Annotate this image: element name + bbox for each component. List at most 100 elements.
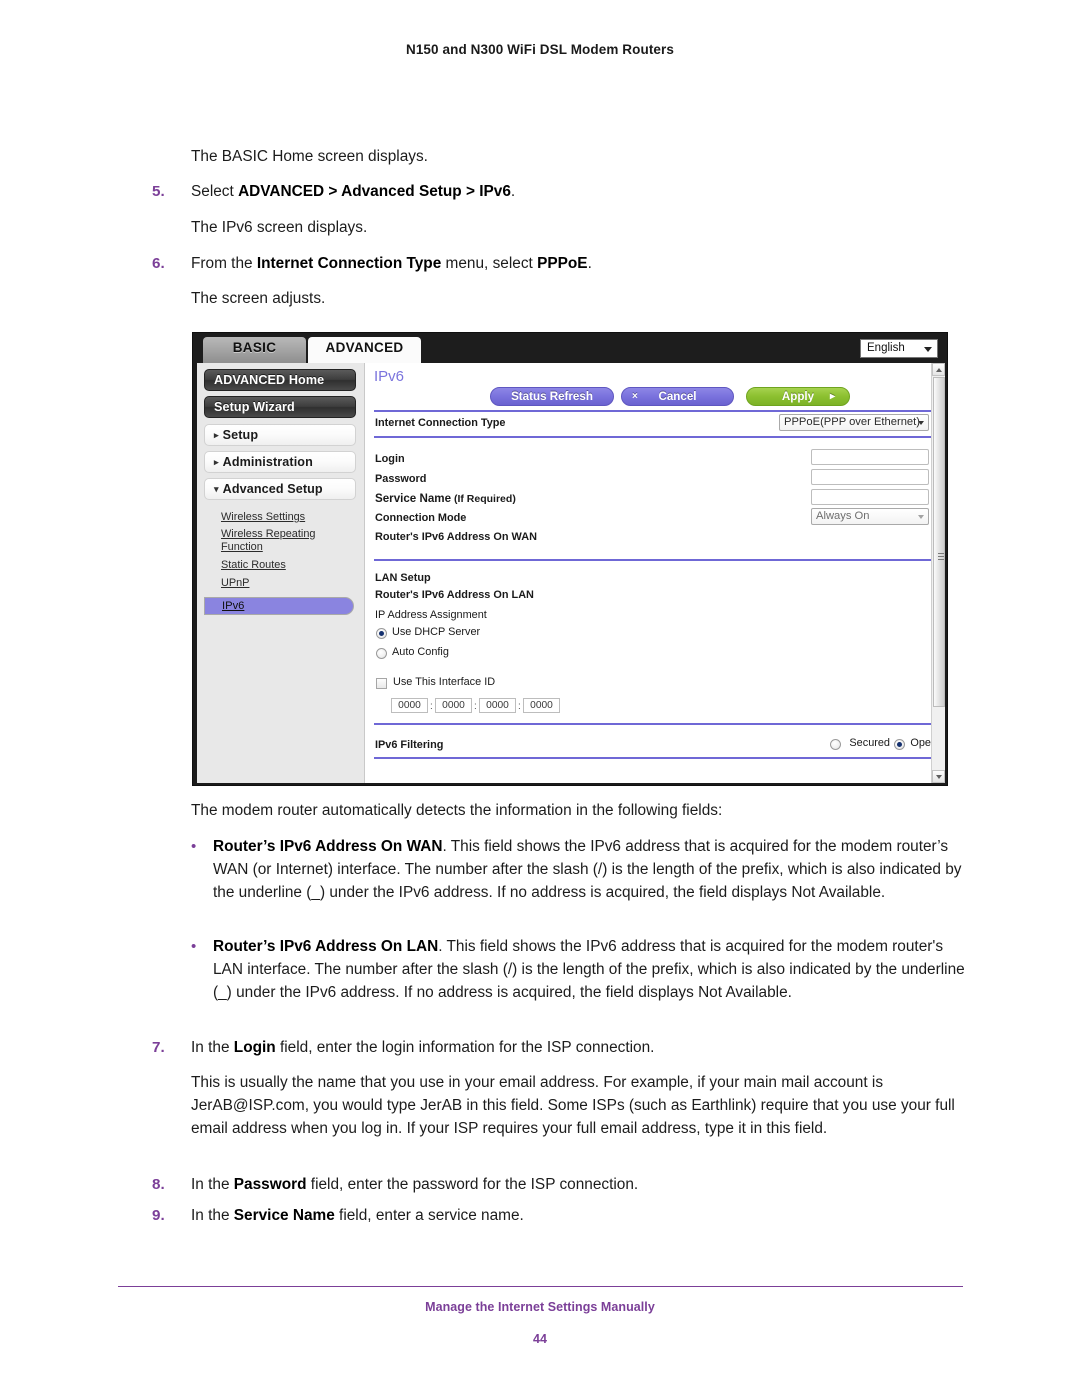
sidebar-item-administration[interactable]: ▸ Administration — [204, 451, 356, 473]
chevron-down-icon — [918, 515, 924, 519]
wan-ipv6-address-label: Router's IPv6 Address On WAN — [375, 531, 537, 543]
close-icon: × — [632, 391, 638, 402]
sidebar-item-advanced-setup[interactable]: ▾ Advanced Setup — [204, 478, 356, 500]
step-8-text: In the Password field, enter the passwor… — [191, 1176, 639, 1193]
internet-connection-type-select[interactable]: PPPoE(PPP over Ethernet) — [779, 414, 929, 431]
bullet-icon: • — [191, 838, 197, 855]
ip-address-assignment-label: IP Address Assignment — [375, 609, 487, 621]
divider — [374, 559, 936, 561]
apply-button[interactable]: Apply ▸ — [746, 387, 850, 406]
radio-use-dhcp-server[interactable] — [376, 628, 387, 639]
password-input[interactable] — [811, 469, 929, 485]
ipv6-filtering-label: IPv6 Filtering — [375, 739, 444, 751]
step-9: 9. In the Service Name field, enter a se… — [152, 1205, 967, 1228]
bullet-wan: • Router’s IPv6 Address On WAN. This fie… — [191, 836, 969, 904]
radio-auto-config-label: Auto Config — [392, 646, 449, 658]
sidebar-link-wireless-repeating[interactable]: Wireless Repeating — [221, 528, 315, 541]
cancel-button[interactable]: × Cancel — [621, 387, 734, 406]
sidebar-item-setup[interactable]: ▸ Setup — [204, 424, 356, 446]
scrollbar-thumb[interactable] — [933, 377, 945, 707]
sidebar-item-advanced-home[interactable]: ADVANCED Home — [204, 369, 356, 391]
tab-basic[interactable]: BASIC — [203, 337, 306, 363]
divider — [374, 757, 936, 759]
sidebar-link-static-routes[interactable]: Static Routes — [221, 559, 286, 572]
checkbox-use-this-interface-id-label: Use This Interface ID — [393, 676, 496, 688]
interface-id-field-2[interactable]: 0000 — [435, 698, 472, 713]
service-name-label: Service Name (If Required) — [375, 492, 516, 505]
router-sidebar: ADVANCED Home Setup Wizard ▸ Setup ▸ Admin… — [197, 363, 365, 783]
sidebar-link-upnp[interactable]: UPnP — [221, 577, 249, 590]
radio-auto-config[interactable] — [376, 648, 387, 659]
status-refresh-button[interactable]: Status Refresh — [490, 387, 614, 406]
step-6: 6. From the Internet Connection Type men… — [152, 253, 967, 276]
sidebar-item-setup-wizard[interactable]: Setup Wizard — [204, 396, 356, 418]
login-label: Login — [375, 453, 405, 465]
sidebar-item-advanced-home-label: ADVANCED Home — [214, 373, 325, 387]
step-8-number: 8. — [152, 1176, 165, 1193]
internet-connection-type-value: PPPoE(PPP over Ethernet) — [784, 416, 920, 428]
divider — [374, 410, 936, 412]
sidebar-item-setup-wizard-label: Setup Wizard — [214, 400, 295, 414]
sidebar-link-wireless-repeating-function[interactable]: Function — [221, 541, 263, 554]
step-8: 8. In the Password field, enter the pass… — [152, 1174, 967, 1197]
sidebar-item-advanced-setup-label: Advanced Setup — [222, 482, 323, 496]
step-6-number: 6. — [152, 255, 165, 272]
footer-divider — [118, 1286, 963, 1287]
step-6-text: From the Internet Connection Type menu, … — [191, 255, 592, 272]
step-9-number: 9. — [152, 1207, 165, 1224]
interface-id-field-1[interactable]: 0000 — [391, 698, 428, 713]
panel-scrollbar[interactable] — [931, 363, 945, 783]
step-5-text: Select ADVANCED > Advanced Setup > IPv6. — [191, 183, 516, 200]
router-body: ADVANCED Home Setup Wizard ▸ Setup ▸ Admin… — [197, 363, 945, 783]
after-step-5-text: The IPv6 screen displays. — [191, 219, 368, 236]
panel-title: IPv6 — [374, 368, 405, 385]
checkbox-use-this-interface-id[interactable] — [376, 678, 387, 689]
radio-use-dhcp-server-label: Use DHCP Server — [392, 626, 481, 638]
login-input[interactable] — [811, 449, 929, 465]
radio-filter-open[interactable] — [894, 739, 905, 750]
page-number: 44 — [533, 1332, 547, 1346]
detects-paragraph: The modem router automatically detects t… — [191, 802, 723, 819]
interface-id-sep: : — [430, 701, 433, 712]
password-label: Password — [375, 473, 427, 485]
scrollbar-grip — [938, 553, 944, 560]
scroll-down-arrow[interactable] — [932, 770, 945, 783]
interface-id-sep: : — [518, 701, 521, 712]
step-7-number: 7. — [152, 1039, 165, 1056]
divider — [374, 436, 936, 438]
bullet-lan: • Router’s IPv6 Address On LAN. This fie… — [191, 936, 969, 1004]
chevron-down-icon: ▾ — [214, 484, 219, 494]
sidebar-link-ipv6-selected[interactable]: IPv6 — [204, 597, 354, 615]
router-main-panel: IPv6 Status Refresh × Cancel Apply ▸ Inter… — [366, 363, 945, 783]
chevron-down-icon — [924, 347, 932, 352]
arrow-right-icon: ▸ — [829, 391, 835, 402]
lan-ipv6-address-label: Router's IPv6 Address On LAN — [375, 589, 534, 601]
divider — [374, 723, 936, 725]
router-top-bar: BASIC ADVANCED English — [193, 333, 947, 363]
interface-id-sep: : — [474, 701, 477, 712]
service-name-input[interactable] — [811, 489, 929, 505]
scroll-up-arrow[interactable] — [932, 363, 945, 376]
intro-paragraph: The BASIC Home screen displays. — [191, 148, 428, 165]
step-5-number: 5. — [152, 183, 165, 200]
page-header: N150 and N300 WiFi DSL Modem Routers — [405, 42, 675, 57]
bullet-icon: • — [191, 938, 197, 955]
footer-title: Manage the Internet Settings Manually — [425, 1300, 655, 1314]
bullet-lan-text: Router’s IPv6 Address On LAN. This field… — [213, 938, 965, 1001]
bullet-wan-text: Router’s IPv6 Address On WAN. This field… — [213, 838, 962, 901]
step-7: 7. In the Login field, enter the login i… — [152, 1037, 967, 1060]
chevron-right-icon: ▸ — [214, 430, 219, 440]
language-select[interactable]: English — [860, 339, 938, 358]
connection-mode-label: Connection Mode — [375, 512, 467, 524]
tab-advanced[interactable]: ADVANCED — [308, 337, 421, 363]
language-select-value: English — [867, 342, 905, 354]
after-step-6-text: The screen adjusts. — [191, 290, 326, 307]
radio-filter-secured[interactable] — [830, 739, 841, 750]
lan-setup-label: LAN Setup — [375, 572, 431, 584]
chevron-right-icon: ▸ — [214, 457, 219, 467]
interface-id-field-4[interactable]: 0000 — [523, 698, 560, 713]
step-5: 5. Select ADVANCED > Advanced Setup > IP… — [152, 181, 967, 204]
connection-mode-select[interactable]: Always On — [811, 508, 929, 525]
sidebar-link-wireless-settings[interactable]: Wireless Settings — [221, 511, 305, 524]
interface-id-field-3[interactable]: 0000 — [479, 698, 516, 713]
